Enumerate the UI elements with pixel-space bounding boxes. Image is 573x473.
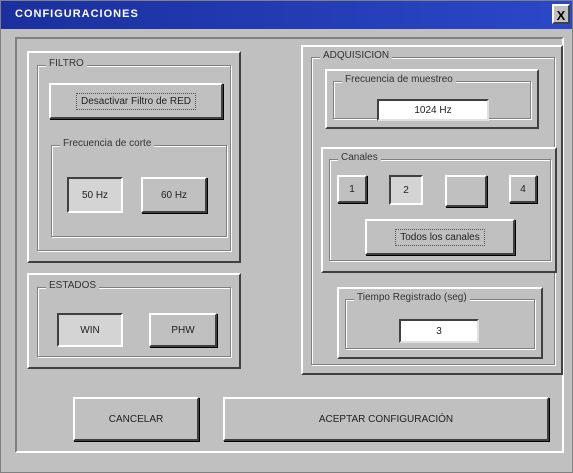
recorded-time-label: Tiempo Registrado (seg) [354, 292, 470, 303]
time-subpanel: Tiempo Registrado (seg) 3 [337, 287, 543, 359]
channel-3-button[interactable] [445, 175, 487, 207]
channels-label: Canales [338, 152, 381, 163]
filtro-panel: FILTRO Desactivar Filtro de RED Frecuenc… [27, 51, 241, 263]
cancel-button[interactable]: CANCELAR [73, 397, 199, 441]
channel-1-label: 1 [349, 183, 355, 195]
title-bar[interactable]: CONFIGURACIONES X [1, 1, 572, 29]
cutoff-50hz-label: 50 Hz [81, 189, 109, 201]
disable-network-filter-button[interactable]: Desactivar Filtro de RED [49, 83, 223, 119]
state-phw-label: PHW [171, 324, 195, 336]
adquisicion-panel: ADQUISICION Frecuencia de muestreo 1024 … [301, 45, 563, 375]
channel-4-button[interactable]: 4 [509, 175, 537, 203]
filtro-group-label: FILTRO [46, 58, 87, 69]
channel-2-label: 2 [403, 184, 409, 196]
state-phw-button[interactable]: PHW [149, 313, 217, 347]
state-win-button[interactable]: WIN [57, 313, 123, 347]
accept-configuration-button[interactable]: ACEPTAR CONFIGURACIÓN [223, 397, 549, 441]
sampling-subpanel: Frecuencia de muestreo 1024 Hz [325, 69, 539, 129]
state-win-label: WIN [80, 324, 100, 336]
disable-network-filter-label: Desactivar Filtro de RED [75, 92, 197, 110]
cutoff-frequency-label: Frecuencia de corte [60, 138, 155, 149]
all-channels-button[interactable]: Todos los canales [365, 219, 515, 255]
recorded-time-field[interactable]: 3 [399, 319, 479, 343]
accept-configuration-label: ACEPTAR CONFIGURACIÓN [318, 413, 454, 425]
estados-panel: ESTADOS WIN PHW [27, 273, 241, 369]
channel-4-label: 4 [520, 183, 526, 195]
cutoff-60hz-button[interactable]: 60 Hz [141, 177, 207, 213]
all-channels-label: Todos los canales [395, 228, 485, 246]
close-button[interactable]: X [552, 4, 570, 24]
cutoff-50hz-button[interactable]: 50 Hz [67, 177, 123, 213]
sampling-frequency-label: Frecuencia de muestreo [342, 74, 456, 85]
configuration-window: CONFIGURACIONES X FILTRO Desactivar Filt… [0, 0, 573, 473]
window-title: CONFIGURACIONES [15, 8, 139, 20]
estados-group-label: ESTADOS [46, 280, 100, 291]
cancel-label: CANCELAR [108, 413, 164, 425]
cutoff-60hz-label: 60 Hz [160, 189, 188, 201]
channel-2-button[interactable]: 2 [389, 175, 423, 205]
adquisicion-group-label: ADQUISICION [320, 50, 393, 61]
channels-subpanel: Canales 1 2 4 Todos los canales [321, 147, 557, 273]
channel-1-button[interactable]: 1 [337, 175, 367, 203]
sampling-frequency-field[interactable]: 1024 Hz [377, 99, 489, 121]
